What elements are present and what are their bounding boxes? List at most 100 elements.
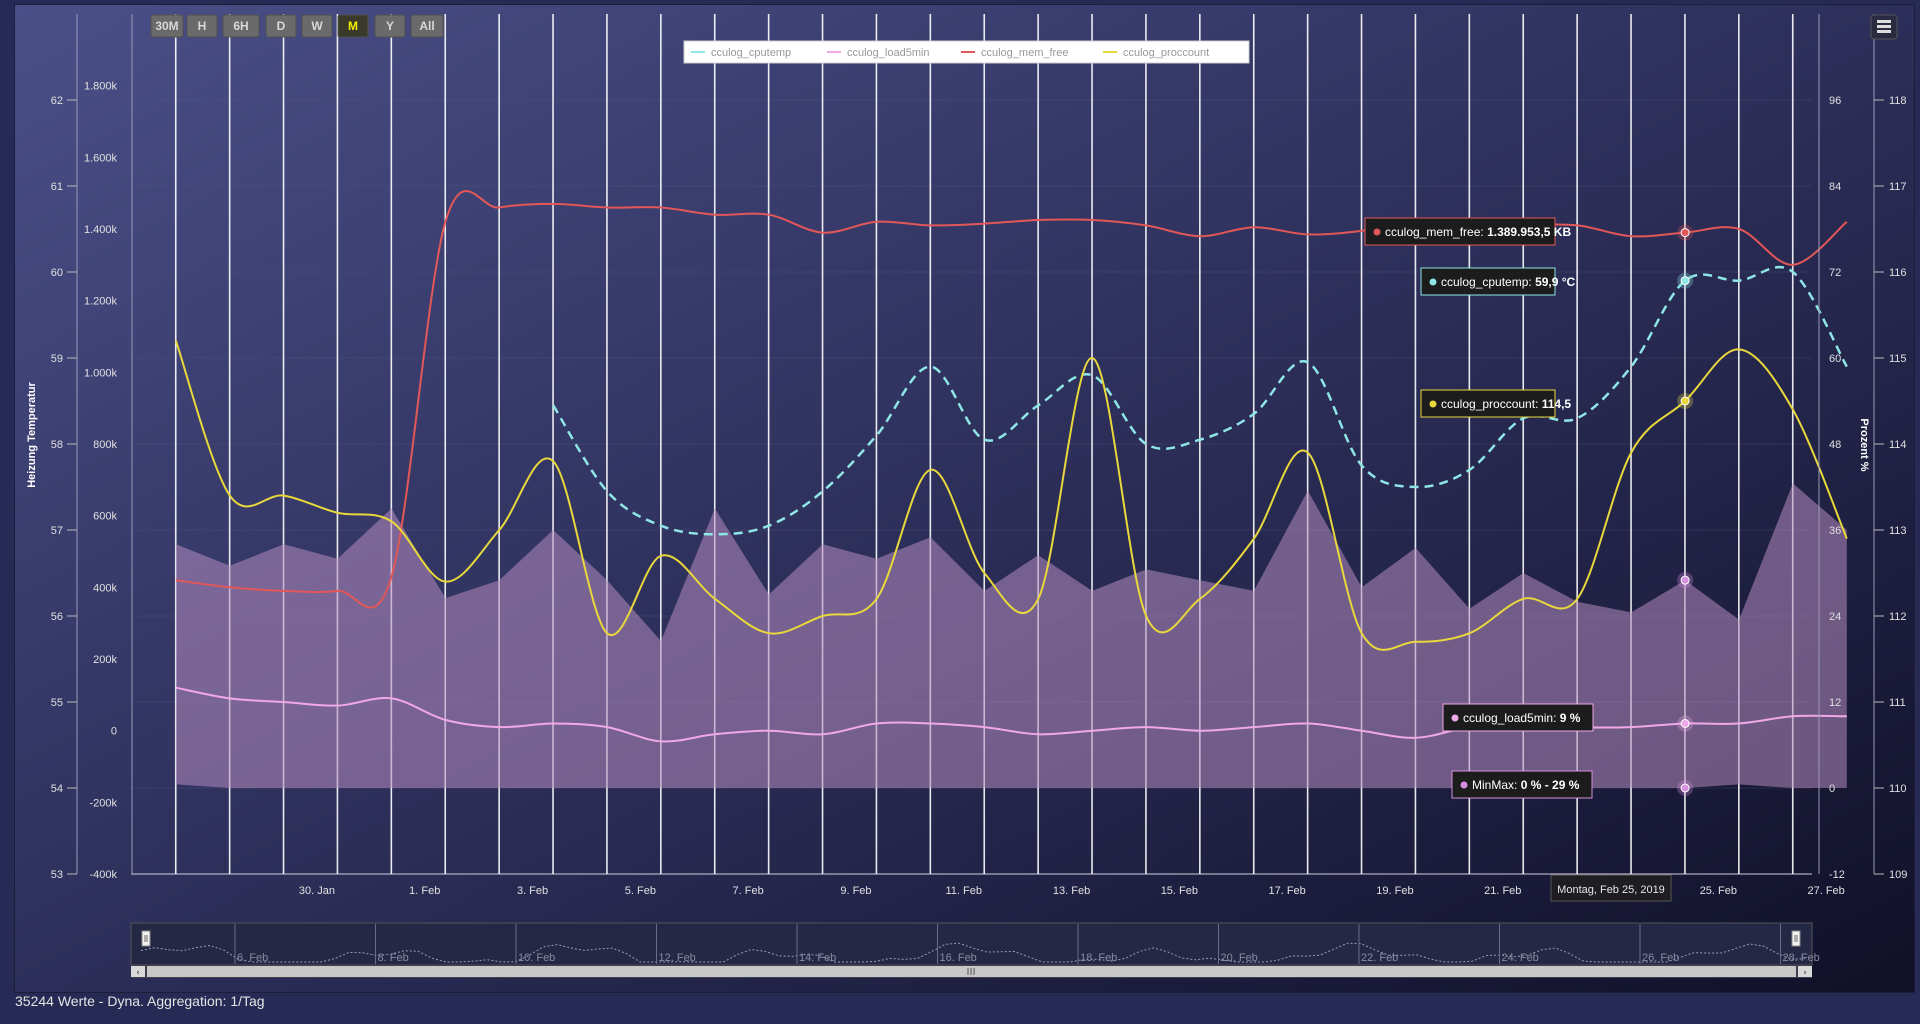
scrollbar[interactable]: ‹ › <box>131 965 1812 978</box>
scrollbar-right-arrow[interactable]: › <box>1798 966 1812 978</box>
navigator-handle-left[interactable] <box>141 930 151 947</box>
navigator-label: 6. Feb <box>237 952 268 964</box>
mem-tick-label: 400k <box>93 582 117 594</box>
menu-icon <box>1877 20 1891 33</box>
proc-tick-label: 112 <box>1889 611 1907 623</box>
mem-tick-label: 1.000k <box>84 367 118 379</box>
tooltip-minmax-series: MinMax <box>1472 778 1514 792</box>
range-button-all[interactable]: All <box>410 14 444 38</box>
x-tick-label: 7. Feb <box>733 885 764 897</box>
range-button-label: 6H <box>233 19 248 33</box>
svg-text:MinMax: 0 % - 29 %: MinMax: 0 % - 29 % <box>1472 778 1580 792</box>
proc-tick-label: 113 <box>1889 525 1907 537</box>
x-tick-label: 21. Feb <box>1484 885 1521 897</box>
pct-tick-label: -12 <box>1829 869 1845 881</box>
tooltip-mem-free-series: cculog_mem_free <box>1385 225 1481 239</box>
proc-tick-label: 114 <box>1889 439 1907 451</box>
svg-text:cculog_load5min: 9 %: cculog_load5min: 9 % <box>1463 711 1581 725</box>
pct-axis-title: Prozent % <box>1858 418 1870 471</box>
temp-tick-label: 57 <box>51 525 63 537</box>
mem-tick-label: -400k <box>89 869 117 881</box>
tooltip-proccount: cculog_proccount: 114,5 <box>1420 389 1571 418</box>
navigator-label: 20. Feb <box>1221 952 1258 964</box>
x-tick-label: 1. Feb <box>409 885 440 897</box>
tooltip-load5min-value: 9 % <box>1560 711 1581 725</box>
mem-tick-label: 1.200k <box>84 296 118 308</box>
navigator-label: 10. Feb <box>518 952 555 964</box>
tooltip-mem-free: cculog_mem_free: 1.389.953,5 KB <box>1364 217 1571 246</box>
x-tick-label: 9. Feb <box>840 885 871 897</box>
x-tick-label: 25. Feb <box>1700 885 1737 897</box>
navigator-label: 16. Feb <box>940 952 977 964</box>
svg-text:cculog_proccount: 114,5: cculog_proccount: 114,5 <box>1441 397 1571 411</box>
temp-tick-label: 53 <box>51 869 63 881</box>
proc-tick-label: 115 <box>1889 353 1907 365</box>
range-button-y[interactable]: Y <box>374 14 406 38</box>
scrollbar-left-arrow[interactable]: ‹ <box>131 966 145 978</box>
mem-tick-label: 200k <box>93 654 117 666</box>
x-tick-label: 17. Feb <box>1268 885 1305 897</box>
navigator-label: 8. Feb <box>378 952 409 964</box>
range-button-label: All <box>419 19 434 33</box>
range-button-label: D <box>277 19 286 33</box>
navigator[interactable]: 6. Feb 8. Feb 10. Feb 12. Feb 14. Feb 16. Feb… <box>130 922 1820 966</box>
tooltip-load5min-series: cculog_load5min <box>1463 711 1553 725</box>
chart-background <box>15 5 1914 992</box>
legend-label-cputemp: cculog_cputemp <box>711 47 791 59</box>
marker-load5min <box>1680 719 1690 728</box>
chart-svg: 30. Jan 1. Feb 3. Feb 5. Feb 7. Feb 9. Feb 11.… <box>15 5 1914 992</box>
mem-tick-label: 600k <box>93 511 117 523</box>
navigator-label: 28. Feb <box>1783 952 1820 964</box>
chart-container: 30. Jan 1. Feb 3. Feb 5. Feb 7. Feb 9. Feb 11.… <box>14 4 1915 993</box>
x-tick-label: 5. Feb <box>625 885 656 897</box>
navigator-label: 12. Feb <box>659 952 696 964</box>
legend: cculog_cputemp cculog_load5min cculog_me… <box>683 40 1250 64</box>
pct-tick-label: 72 <box>1829 267 1841 279</box>
legend-label-mem-free: cculog_mem_free <box>981 47 1068 59</box>
x-tick-label: 13. Feb <box>1053 885 1090 897</box>
x-tick-label: 19. Feb <box>1376 885 1413 897</box>
tooltip-proccount-value: 114,5 <box>1542 397 1572 411</box>
pct-tick-label: 60 <box>1829 353 1841 365</box>
marker-proccount <box>1680 396 1690 406</box>
marker-mem-free <box>1680 228 1690 238</box>
tooltip-mem-free-value: 1.389.953,5 KB <box>1487 225 1571 239</box>
temp-tick-label: 58 <box>51 439 63 451</box>
navigator-label: 18. Feb <box>1080 952 1117 964</box>
pct-tick-label: 84 <box>1829 181 1841 193</box>
legend-label-load5min: cculog_load5min <box>847 47 930 59</box>
proc-tick-label: 109 <box>1889 869 1907 881</box>
proc-tick-label: 111 <box>1889 697 1906 709</box>
svg-text:cculog_mem_free: 1.389.953,5 K: cculog_mem_free: 1.389.953,5 KB <box>1385 225 1571 239</box>
temp-tick-label: 54 <box>51 783 63 795</box>
temp-tick-label: 61 <box>51 181 63 193</box>
range-button-label: H <box>198 19 207 33</box>
range-button-30m[interactable]: 30M <box>150 14 184 38</box>
marker-minmax-high <box>1680 575 1690 585</box>
x-tick-label: 30. Jan <box>299 885 335 897</box>
range-button-h[interactable]: H <box>186 14 218 38</box>
range-button-d[interactable]: D <box>265 14 297 38</box>
status-text: 35244 Werte - Dyna. Aggregation: 1/Tag <box>15 993 265 1009</box>
tooltip-minmax-value: 0 % - 29 % <box>1521 778 1580 792</box>
x-tick-label: 11. Feb <box>946 885 983 897</box>
range-button-m[interactable]: M <box>337 14 369 38</box>
range-button-6h[interactable]: 6H <box>222 14 260 38</box>
proc-tick-label: 117 <box>1889 181 1907 193</box>
temp-axis-title: Heizung Temperatur <box>26 382 38 488</box>
temp-tick-label: 62 <box>51 95 63 107</box>
range-button-w[interactable]: W <box>301 14 333 38</box>
mem-tick-label: 1.600k <box>84 152 118 164</box>
tooltip-cputemp-value: 59,9 °C <box>1535 275 1575 289</box>
tooltip-proccount-series: cculog_proccount <box>1441 397 1536 411</box>
crosshair-date: Montag, Feb 25, 2019 <box>1557 884 1665 896</box>
navigator-handle-right[interactable] <box>1791 930 1801 947</box>
navigator-label: 14. Feb <box>799 952 836 964</box>
marker-minmax-low <box>1680 783 1690 793</box>
mem-tick-label: 1.800k <box>84 81 118 93</box>
legend-label-proccount: cculog_proccount <box>1123 47 1209 59</box>
temp-tick-label: 60 <box>51 267 63 279</box>
pct-tick-label: 12 <box>1829 697 1841 709</box>
export-menu-button[interactable] <box>1870 14 1898 40</box>
tooltip-minmax: MinMax: 0 % - 29 % <box>1451 770 1593 799</box>
